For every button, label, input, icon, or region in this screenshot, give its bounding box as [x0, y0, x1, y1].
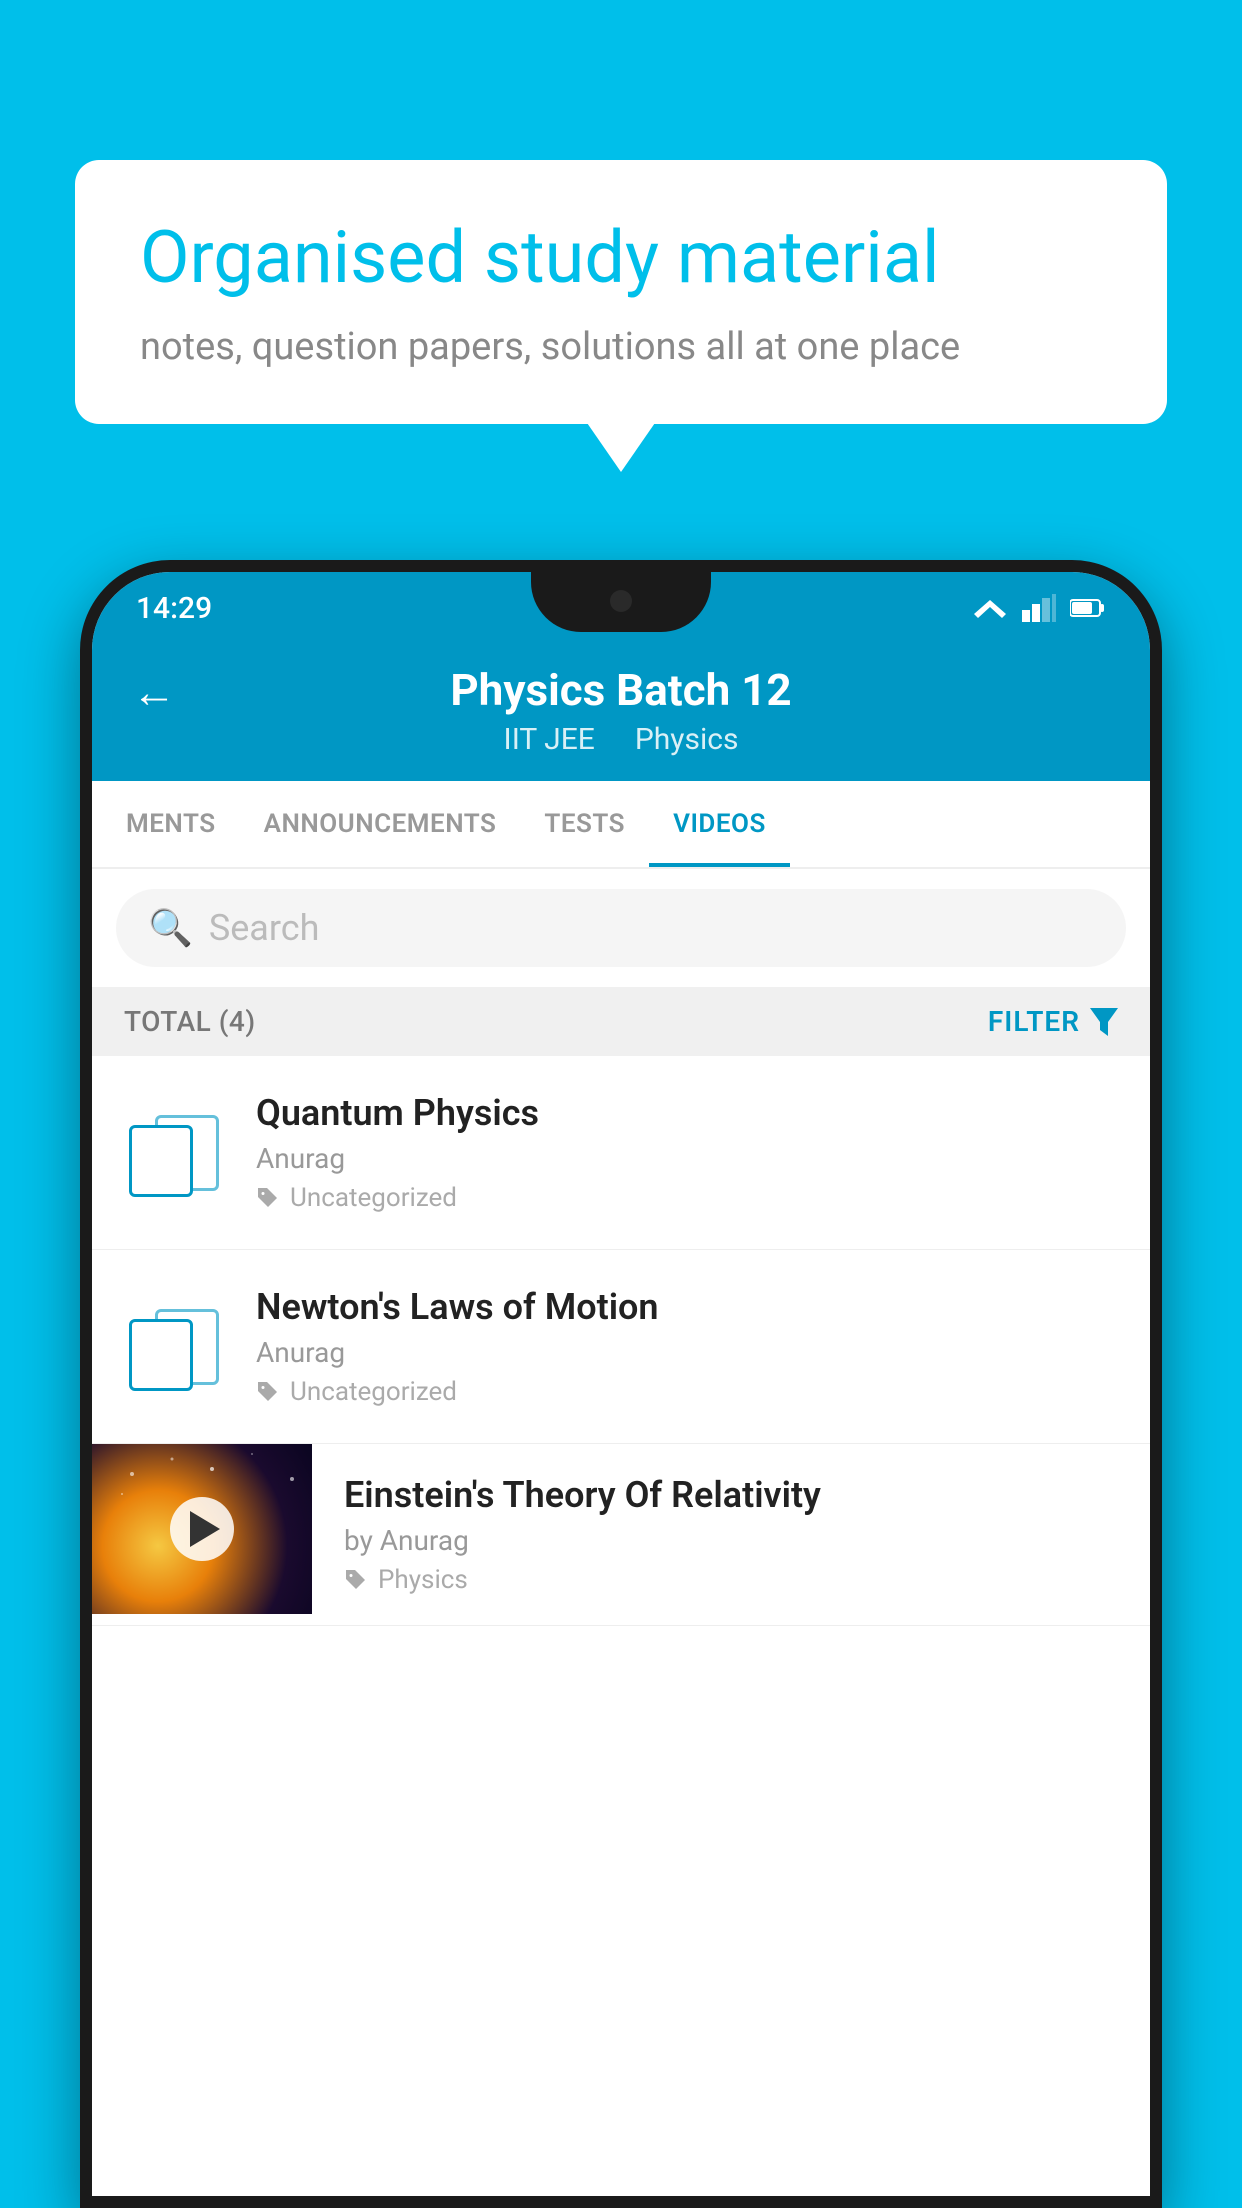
status-time: 14:29	[136, 591, 212, 626]
folder-icon	[129, 1115, 219, 1191]
search-placeholder: Search	[209, 907, 320, 949]
back-button[interactable]: ←	[132, 666, 176, 718]
status-bar: 14:29	[92, 572, 1150, 644]
tag-label: Uncategorized	[290, 1183, 457, 1213]
video-author: by Anurag	[344, 1524, 1118, 1557]
tab-ments[interactable]: MENTS	[102, 781, 240, 867]
video-title: Newton's Laws of Motion	[256, 1286, 1118, 1328]
tag-label: Physics	[378, 1565, 468, 1595]
tag-icon	[344, 1568, 368, 1592]
filter-button[interactable]: FILTER	[988, 1005, 1118, 1038]
play-triangle	[190, 1511, 220, 1547]
tab-announcements[interactable]: ANNOUNCEMENTS	[240, 781, 521, 867]
header-subtitle-right: Physics	[635, 722, 739, 757]
tag-icon	[256, 1380, 280, 1404]
video-info: Newton's Laws of Motion Anurag Uncategor…	[256, 1286, 1118, 1407]
notch	[531, 572, 711, 632]
video-icon	[124, 1115, 224, 1191]
video-tag: Uncategorized	[256, 1183, 1118, 1213]
filter-icon	[1090, 1008, 1118, 1036]
thumbnail-container	[92, 1444, 312, 1614]
total-count: TOTAL (4)	[124, 1005, 256, 1038]
signal-icon	[1022, 594, 1056, 622]
video-tag: Uncategorized	[256, 1377, 1118, 1407]
list-item[interactable]: Quantum Physics Anurag Uncategorized	[92, 1056, 1150, 1250]
video-author: Anurag	[256, 1142, 1118, 1175]
filter-bar: TOTAL (4) FILTER	[92, 987, 1150, 1056]
app-header: ← Physics Batch 12 IIT JEE Physics	[92, 644, 1150, 781]
camera	[610, 590, 632, 612]
tab-tests[interactable]: TESTS	[520, 781, 649, 867]
video-title: Quantum Physics	[256, 1092, 1118, 1134]
background: Organised study material notes, question…	[0, 0, 1242, 2208]
tag-icon	[256, 1186, 280, 1210]
video-info: Quantum Physics Anurag Uncategorized	[256, 1092, 1118, 1213]
search-icon: 🔍	[148, 907, 193, 949]
video-list: Quantum Physics Anurag Uncategorized	[92, 1056, 1150, 1626]
tab-videos[interactable]: VIDEOS	[649, 781, 790, 867]
phone-frame: 14:29	[80, 560, 1162, 2208]
header-subtitle: IIT JEE Physics	[504, 722, 739, 757]
search-bar[interactable]: 🔍 Search	[116, 889, 1126, 967]
speech-bubble-title: Organised study material	[140, 215, 1102, 301]
battery-icon	[1070, 598, 1106, 618]
header-subtitle-left: IIT JEE	[504, 722, 595, 757]
play-button[interactable]	[170, 1497, 234, 1561]
video-info: Einstein's Theory Of Relativity by Anura…	[344, 1444, 1118, 1625]
speech-bubble: Organised study material notes, question…	[75, 160, 1167, 424]
header-title: Physics Batch 12	[450, 664, 791, 716]
folder-icon-2	[129, 1309, 219, 1385]
speech-bubble-subtitle: notes, question papers, solutions all at…	[140, 325, 1102, 369]
tabs-bar: MENTS ANNOUNCEMENTS TESTS VIDEOS	[92, 781, 1150, 869]
search-container: 🔍 Search	[92, 869, 1150, 987]
list-item[interactable]: Newton's Laws of Motion Anurag Uncategor…	[92, 1250, 1150, 1444]
video-icon	[124, 1309, 224, 1385]
tag-label: Uncategorized	[290, 1377, 457, 1407]
video-tag: Physics	[344, 1565, 1118, 1595]
filter-label: FILTER	[988, 1005, 1080, 1038]
phone-screen: 14:29	[92, 572, 1150, 2196]
list-item[interactable]: Einstein's Theory Of Relativity by Anura…	[92, 1444, 1150, 1626]
video-title: Einstein's Theory Of Relativity	[344, 1474, 1118, 1516]
video-author: Anurag	[256, 1336, 1118, 1369]
wifi-icon	[972, 594, 1008, 622]
status-icons	[972, 594, 1106, 622]
